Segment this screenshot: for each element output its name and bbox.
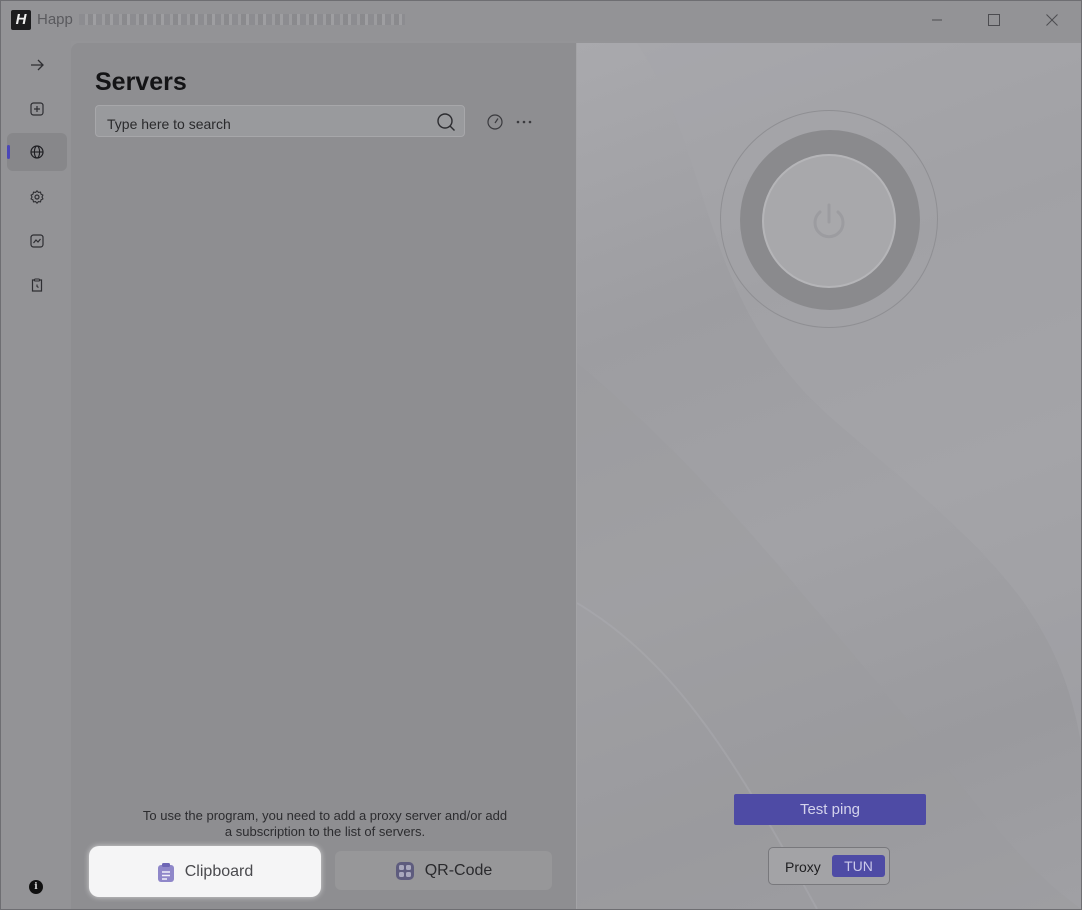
connection-panel: Test ping Proxy TUN bbox=[577, 43, 1081, 909]
speedometer-icon[interactable] bbox=[486, 113, 504, 131]
clipboard-button[interactable]: Clipboard bbox=[89, 846, 321, 897]
globe-icon bbox=[30, 145, 44, 159]
qr-code-button-label: QR-Code bbox=[424, 861, 493, 879]
mode-proxy-option[interactable]: Proxy bbox=[785, 859, 821, 875]
title-bar: H Happ bbox=[1, 1, 1081, 41]
qr-code-icon bbox=[395, 861, 414, 880]
app-title: Happ bbox=[37, 11, 73, 28]
search-icon[interactable] bbox=[436, 112, 456, 132]
more-options-icon[interactable] bbox=[515, 113, 533, 131]
servers-panel: Servers Type here to search To use the p… bbox=[71, 43, 577, 909]
page-title: Servers bbox=[95, 68, 187, 96]
app-logo: H bbox=[11, 10, 31, 30]
sidebar-item-servers[interactable] bbox=[7, 133, 67, 171]
clipboard-clock-icon bbox=[31, 278, 43, 292]
empty-state-hint: To use the program, you need to add a pr… bbox=[125, 808, 525, 840]
test-ping-button[interactable]: Test ping bbox=[734, 794, 926, 825]
mode-tun-option[interactable]: TUN bbox=[832, 855, 885, 877]
maximize-button[interactable] bbox=[965, 1, 1023, 39]
chart-icon bbox=[30, 234, 44, 248]
sidebar-item-logs[interactable] bbox=[7, 266, 67, 304]
redacted-title-text bbox=[79, 14, 405, 25]
arrow-right-icon bbox=[31, 59, 44, 71]
close-icon bbox=[1046, 14, 1058, 26]
add-square-icon bbox=[30, 102, 44, 116]
sidebar-item-settings[interactable] bbox=[7, 178, 67, 216]
clipboard-icon bbox=[157, 862, 174, 882]
search-placeholder: Type here to search bbox=[107, 116, 231, 132]
clipboard-button-label: Clipboard bbox=[184, 862, 254, 880]
power-icon bbox=[813, 203, 845, 239]
empty-hint-line-1: To use the program, you need to add a pr… bbox=[142, 808, 508, 823]
mode-toggle: Proxy TUN bbox=[768, 847, 890, 885]
sidebar-item-add[interactable] bbox=[7, 90, 67, 128]
minimize-button[interactable] bbox=[908, 1, 966, 39]
info-icon[interactable]: i bbox=[29, 880, 43, 894]
search-input[interactable]: Type here to search bbox=[95, 105, 465, 137]
settings-gear-icon bbox=[30, 189, 44, 205]
qr-code-button[interactable]: QR-Code bbox=[335, 851, 552, 890]
app-window: H Happ i Servers Type here to search To … bbox=[0, 0, 1082, 910]
close-button[interactable] bbox=[1023, 1, 1081, 39]
maximize-icon bbox=[988, 14, 1000, 26]
sidebar-item-connect[interactable] bbox=[7, 46, 67, 84]
sidebar: i bbox=[1, 41, 71, 909]
minimize-icon bbox=[932, 19, 942, 21]
empty-hint-line-2: a subscription to the list of servers. bbox=[224, 824, 426, 839]
sidebar-item-statistics[interactable] bbox=[7, 222, 67, 260]
